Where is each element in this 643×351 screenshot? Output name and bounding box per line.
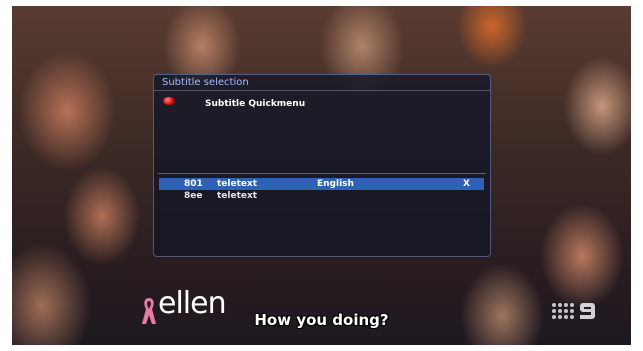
subtitle-quickmenu-label[interactable]: Subtitle Quickmenu: [205, 99, 305, 109]
selected-mark: X: [463, 179, 470, 189]
subtitle-text: How you doing?: [254, 311, 389, 329]
subtitle-selection-dialog: Subtitle selection Subtitle Quickmenu 80…: [153, 74, 491, 257]
track-language: English: [317, 179, 354, 189]
subtitle-track-row[interactable]: 8ee teletext: [159, 190, 484, 202]
track-number: 8ee: [184, 191, 203, 201]
track-type: teletext: [217, 191, 258, 201]
list-divider: [158, 173, 486, 174]
track-type: teletext: [217, 179, 258, 189]
title-divider: [154, 90, 490, 91]
channel-9-logo-icon: [552, 303, 595, 319]
red-button-icon[interactable]: [163, 97, 175, 105]
track-number: 801: [184, 179, 203, 189]
dialog-title: Subtitle selection: [162, 77, 249, 88]
subtitle-track-row[interactable]: 801 teletext English X: [159, 178, 484, 190]
